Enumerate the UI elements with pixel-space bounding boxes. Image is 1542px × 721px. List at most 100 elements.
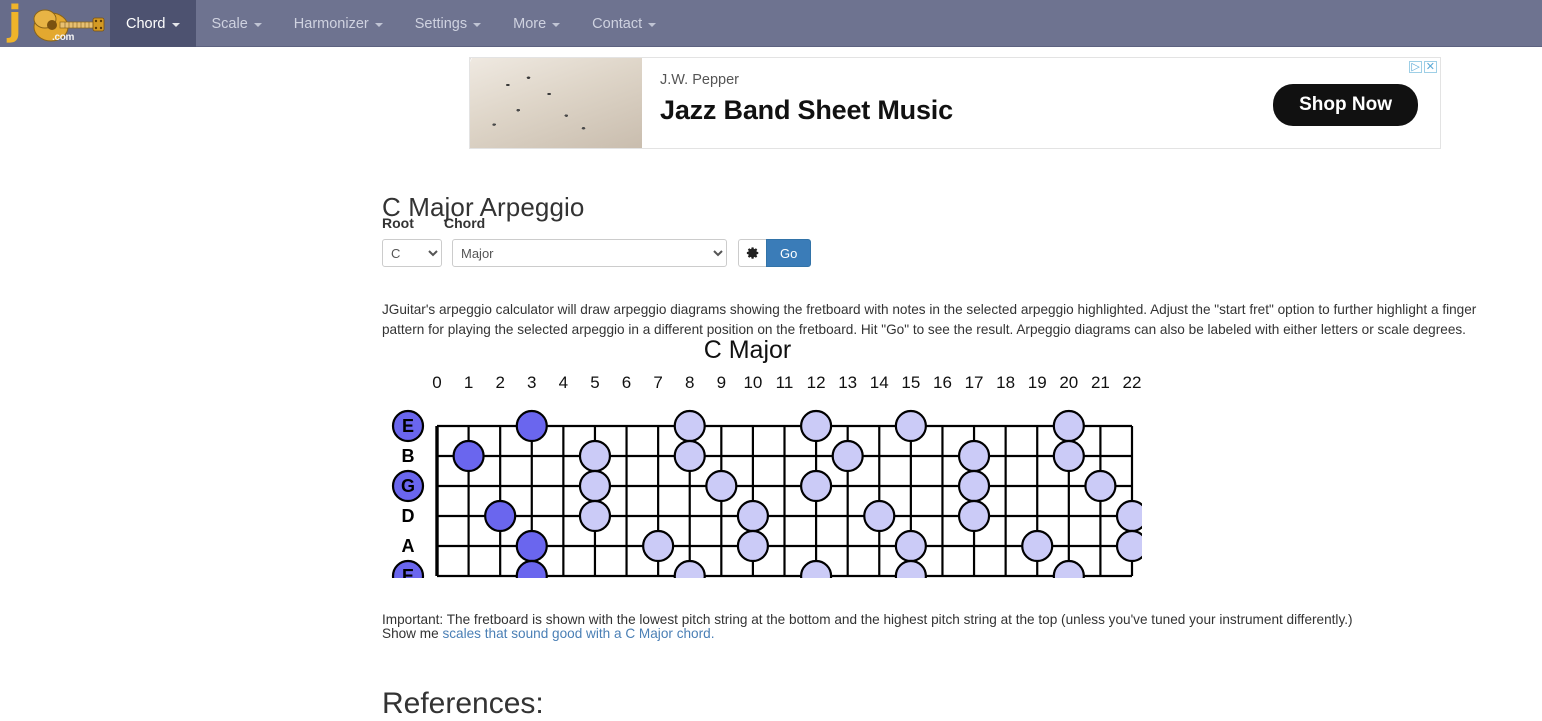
chevron-down-icon <box>171 22 180 27</box>
note-marker-E-fret-20[interactable] <box>1052 409 1085 443</box>
nav-item-more-label: More <box>513 15 547 32</box>
ad-image-sheet-music <box>470 58 642 148</box>
note-marker-G-fret-17[interactable] <box>957 469 991 503</box>
note-marker-B-fret-17[interactable] <box>957 439 991 473</box>
nav-item-contact[interactable]: Contact <box>576 0 672 47</box>
note-marker-E-fret-20[interactable] <box>1052 559 1085 578</box>
chevron-down-icon <box>552 22 561 27</box>
note-marker-E-fret-8[interactable] <box>673 409 706 443</box>
chevron-down-icon <box>374 22 383 27</box>
fret-number-22: 22 <box>1122 373 1142 392</box>
note-marker-G-fret-9[interactable] <box>705 469 738 503</box>
fret-number-row: 0 1 2 3 4 5 6 7 8 9 10 11 12 13 14 15 16 17 18 19 20 21 22 <box>382 373 1142 397</box>
nav-item-scale[interactable]: Scale <box>196 0 278 47</box>
root-select[interactable]: C <box>382 239 442 267</box>
note-marker-B-fret-5[interactable] <box>578 439 612 473</box>
logo-dotcom-text: .com <box>52 32 75 43</box>
note-marker-A-fret-3[interactable] <box>515 529 548 563</box>
fret-number-19: 19 <box>1027 373 1047 392</box>
nav-item-contact-label: Contact <box>592 15 643 32</box>
note-marker-D-fret-22[interactable] <box>1115 499 1142 533</box>
adchoices-icon[interactable]: ▷ <box>1409 61 1422 73</box>
ad-body: J.W. Pepper Jazz Band Sheet Music Shop N… <box>642 58 1440 148</box>
fret-number-7: 7 <box>653 373 663 392</box>
nav-item-settings-label: Settings <box>414 15 468 32</box>
arpeggio-description: JGuitar's arpeggio calculator will draw … <box>382 301 1477 337</box>
jguitar-logo[interactable]: j .com <box>0 0 110 47</box>
fret-number-0: 0 <box>432 373 442 392</box>
note-marker-E-fret-12[interactable] <box>799 409 833 443</box>
note-marker-G-fret-12[interactable] <box>799 469 833 503</box>
note-markers[interactable] <box>452 409 1142 578</box>
arpeggio-form: Root Chord C Major Go <box>382 215 812 267</box>
ad-marks: ▷ ✕ <box>1409 61 1437 73</box>
fret-number-15: 15 <box>901 373 921 392</box>
chord-label: Chord <box>444 215 486 231</box>
note-marker-A-fret-10[interactable] <box>736 529 770 563</box>
fret-number-20: 20 <box>1059 373 1079 392</box>
note-marker-G-fret-21[interactable] <box>1084 469 1117 503</box>
close-icon[interactable]: ✕ <box>1423 61 1437 73</box>
ad-banner[interactable]: J.W. Pepper Jazz Band Sheet Music Shop N… <box>469 57 1441 149</box>
chevron-down-icon <box>648 22 657 27</box>
note-marker-D-fret-5[interactable] <box>578 499 612 533</box>
chevron-down-icon <box>473 22 482 27</box>
show-me-prefix: Show me <box>382 626 443 641</box>
logo-letter-j: j <box>8 0 22 44</box>
fret-number-14: 14 <box>869 373 889 392</box>
note-marker-A-fret-15[interactable] <box>894 529 927 563</box>
fret-number-13: 13 <box>838 373 858 392</box>
fret-number-4: 4 <box>558 373 569 392</box>
top-navbar: j .com Chord Scale Harmonizer Settings M… <box>0 0 1542 47</box>
nav-item-chord[interactable]: Chord <box>110 0 196 47</box>
fret-number-2: 2 <box>495 373 505 392</box>
note-marker-A-fret-7[interactable] <box>642 529 675 563</box>
fret-number-3: 3 <box>527 373 537 392</box>
open-string-label: B <box>402 446 415 466</box>
note-marker-E-fret-12[interactable] <box>799 559 833 578</box>
note-marker-E-fret-15[interactable] <box>894 409 927 443</box>
related-scales-link[interactable]: scales that sound good with a C Major ch… <box>442 626 714 641</box>
fret-number-8: 8 <box>684 373 695 392</box>
settings-gear-button[interactable] <box>738 239 766 267</box>
form-labels: Root Chord <box>382 215 811 231</box>
note-marker-D-fret-2[interactable] <box>484 499 517 533</box>
chord-select[interactable]: Major <box>452 239 727 267</box>
note-marker-D-fret-10[interactable] <box>736 499 770 533</box>
note-marker-A-fret-19[interactable] <box>1021 529 1054 563</box>
ad-shop-now-button[interactable]: Shop Now <box>1273 84 1418 126</box>
fret-number-17: 17 <box>964 373 984 392</box>
note-marker-A-fret-22[interactable] <box>1115 529 1142 563</box>
note-marker-E-fret-3[interactable] <box>515 409 548 443</box>
gear-icon <box>746 247 758 259</box>
note-marker-B-fret-8[interactable] <box>673 439 706 473</box>
note-marker-B-fret-1[interactable] <box>452 439 485 473</box>
diagram-title: C Major <box>703 336 792 364</box>
note-marker-D-fret-17[interactable] <box>957 499 991 533</box>
fret-number-16: 16 <box>932 373 952 392</box>
go-button[interactable]: Go <box>766 239 812 267</box>
fretboard[interactable]: 0 1 2 3 4 5 6 7 8 9 10 11 12 13 14 15 16 17 18 19 20 21 22 EBG… <box>382 373 1142 578</box>
note-marker-B-fret-20[interactable] <box>1052 439 1085 473</box>
root-label: Root <box>382 215 414 231</box>
open-string-D-3: D <box>402 506 415 526</box>
references-heading: References: <box>382 686 544 720</box>
open-string-label: E <box>402 416 414 436</box>
fretboard-svg[interactable]: EBGDAE <box>382 408 1142 578</box>
nav-item-settings[interactable]: Settings <box>399 0 497 47</box>
note-marker-E-fret-15[interactable] <box>894 559 927 578</box>
nav-item-chord-label: Chord <box>126 15 166 32</box>
show-me-line: Show me scales that sound good with a C … <box>382 626 714 641</box>
note-marker-B-fret-13[interactable] <box>831 439 864 473</box>
fret-number-9: 9 <box>716 373 727 392</box>
nav-item-harmonizer[interactable]: Harmonizer <box>278 0 399 47</box>
note-marker-G-fret-5[interactable] <box>578 469 612 503</box>
nav-item-more[interactable]: More <box>497 0 576 47</box>
note-marker-E-fret-8[interactable] <box>673 559 706 578</box>
form-controls: C Major Go <box>382 239 812 267</box>
open-string-B-1: B <box>402 446 415 466</box>
note-marker-D-fret-14[interactable] <box>863 499 896 533</box>
fret-number-5: 5 <box>590 373 600 392</box>
note-marker-E-fret-3[interactable] <box>515 559 548 578</box>
nav-item-scale-label: Scale <box>211 15 248 32</box>
